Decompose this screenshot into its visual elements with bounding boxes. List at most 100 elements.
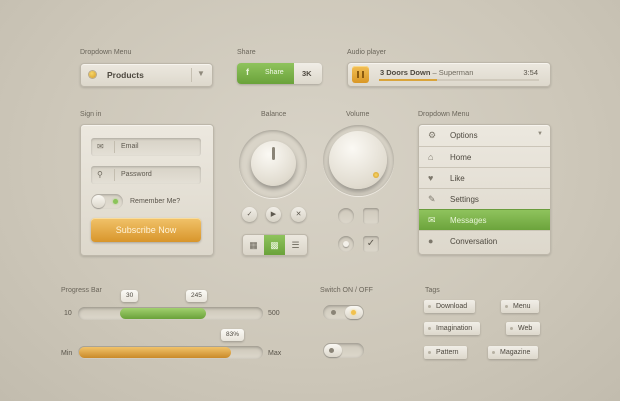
wrench-icon: ✎ <box>428 194 436 204</box>
subscribe-button[interactable]: Subscribe Now <box>91 218 201 242</box>
chevron-down-icon: ▼ <box>537 131 543 137</box>
share-count: 3K <box>294 63 322 84</box>
checkbox-checked[interactable]: ✓ <box>363 236 379 252</box>
volume-caption: Volume <box>346 111 370 118</box>
track-song: Superman <box>438 68 474 77</box>
switch-caption: Switch ON / OFF <box>320 287 373 294</box>
pause-bar-right-icon <box>362 71 364 78</box>
menu-item-like[interactable]: ♥ Like <box>419 167 550 189</box>
radio-checked[interactable] <box>338 236 354 252</box>
range-low-bubble: 30 <box>121 290 139 302</box>
menu-item-home[interactable]: ⌂ Home <box>419 146 550 168</box>
dropdown-selected-label: Products <box>107 70 144 80</box>
checkbox-unchecked[interactable] <box>363 208 379 224</box>
tag-web[interactable]: Web <box>506 322 541 335</box>
switch-off[interactable] <box>323 343 364 358</box>
switch-on[interactable] <box>323 305 364 320</box>
audio-player: 3 Doors Down – Superman 3:54 <box>347 62 551 87</box>
divider <box>114 141 115 153</box>
share-caption: Share <box>237 49 256 56</box>
grid-view-icon[interactable]: ▦ <box>243 235 264 255</box>
facebook-share-button[interactable]: f Share <box>237 63 294 84</box>
divider <box>114 169 115 181</box>
heart-icon: ♥ <box>428 173 434 183</box>
remember-label: Remember Me? <box>130 198 181 205</box>
dropdown-caption: Dropdown Menu <box>80 49 132 56</box>
knob-indicator-icon <box>272 147 275 160</box>
menu-item-options[interactable]: ⚙ Options ▼ <box>419 125 550 146</box>
menu-item-label: Home <box>450 153 472 162</box>
progress-caption: Progress Bar <box>61 287 102 294</box>
view-switcher: ▦ ▩ ☰ <box>242 234 308 256</box>
track-title: 3 Doors Down – Superman <box>380 68 473 77</box>
pause-button[interactable] <box>352 66 369 83</box>
menu-item-label: Options <box>450 131 478 140</box>
progress-fill <box>79 347 231 358</box>
audio-progress-track[interactable] <box>379 79 539 81</box>
toggle-knob <box>92 195 105 208</box>
balance-knob[interactable] <box>251 141 296 186</box>
radio-unchecked[interactable] <box>338 208 354 224</box>
progress-track <box>78 346 263 359</box>
share-widget: f Share 3K <box>237 63 322 84</box>
switch-led-icon <box>331 310 336 315</box>
password-placeholder: Password <box>121 171 152 178</box>
tag-imagination[interactable]: Imagination <box>424 322 481 335</box>
email-field[interactable]: ✉ Email <box>91 138 201 156</box>
divider <box>191 68 192 82</box>
envelope-icon: ✉ <box>428 215 436 225</box>
email-placeholder: Email <box>121 143 139 150</box>
signin-caption: Sign in <box>80 111 102 118</box>
track-separator: – <box>430 68 439 77</box>
play-button[interactable]: ▶ <box>266 207 281 222</box>
list-view-icon[interactable]: ☰ <box>285 235 306 255</box>
chevron-down-icon: ▼ <box>197 69 205 78</box>
progress-max-label: Max <box>268 350 282 357</box>
track-time: 3:54 <box>523 68 538 77</box>
share-count-value: 3K <box>302 69 312 78</box>
check-button[interactable]: ✓ <box>242 207 257 222</box>
audio-caption: Audio player <box>347 49 386 56</box>
range-min-label: 10 <box>64 310 72 317</box>
signin-panel: ✉ Email ⚲ Password Remember Me? Subscrib… <box>80 124 214 256</box>
switch-led-icon <box>329 348 334 353</box>
tags-caption: Tags <box>425 287 440 294</box>
track-artist: 3 Doors Down <box>380 68 431 77</box>
close-button[interactable]: ✕ <box>291 207 306 222</box>
tile-view-icon[interactable]: ▩ <box>264 235 285 255</box>
menu-item-conversation[interactable]: ● Conversation <box>419 230 550 252</box>
home-icon: ⌂ <box>428 152 434 162</box>
remember-toggle[interactable] <box>91 194 123 209</box>
share-label: Share <box>265 69 284 76</box>
range-slider-track[interactable] <box>78 307 263 320</box>
tag-download[interactable]: Download <box>424 300 476 313</box>
status-led-icon <box>113 199 118 204</box>
switch-on-led-icon <box>351 310 356 315</box>
tag-pattern[interactable]: Pattern <box>424 346 467 359</box>
menu-item-label: Like <box>450 174 465 183</box>
volume-indicator-icon <box>373 172 379 178</box>
volume-knob[interactable] <box>329 131 387 189</box>
pause-bar-left-icon <box>357 71 359 78</box>
menu-item-settings[interactable]: ✎ Settings <box>419 188 550 210</box>
balance-caption: Balance <box>261 111 287 118</box>
gear-icon: ⚙ <box>428 130 437 140</box>
menu-item-messages[interactable]: ✉ Messages <box>419 209 550 231</box>
range-max-label: 500 <box>268 310 280 317</box>
speech-bubble-icon: ● <box>428 236 434 246</box>
envelope-icon: ✉ <box>97 142 104 151</box>
options-menu: ⚙ Options ▼ ⌂ Home ♥ Like ✎ Settings ✉ M… <box>418 124 551 255</box>
products-dropdown[interactable]: Products ▼ <box>80 63 213 87</box>
menu-caption: Dropdown Menu <box>418 111 470 118</box>
range-high-bubble: 245 <box>186 290 207 302</box>
progress-min-label: Min <box>61 350 73 357</box>
password-field[interactable]: ⚲ Password <box>91 166 201 184</box>
menu-item-label: Conversation <box>450 237 498 246</box>
menu-item-label: Messages <box>450 216 487 225</box>
menu-item-label: Settings <box>450 195 479 204</box>
tag-magazine[interactable]: Magazine <box>488 346 539 359</box>
facebook-icon: f <box>246 67 249 77</box>
progress-value-bubble: 83% <box>221 329 245 341</box>
radio-dot-icon <box>343 241 349 247</box>
tag-menu[interactable]: Menu <box>501 300 539 313</box>
